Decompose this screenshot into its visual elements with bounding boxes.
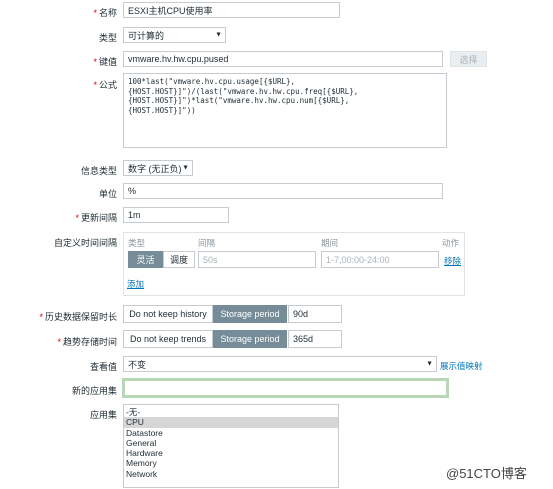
- unit-label: 单位: [98, 189, 117, 199]
- apps-label: 应用集: [89, 410, 117, 420]
- app-option-selected[interactable]: CPU: [124, 417, 338, 428]
- trends-storage-period-toggle[interactable]: Storage period: [213, 330, 287, 348]
- formula-textarea[interactable]: 100*last("vmware.hv.cpu.usage[{$URL}, {H…: [123, 73, 447, 148]
- select-button[interactable]: 选择: [450, 51, 487, 67]
- required-mark: *: [39, 312, 43, 322]
- type-select[interactable]: 可计算的 ▼: [123, 27, 226, 43]
- key-input[interactable]: vmware.hv.hw.cpu.pused: [123, 51, 443, 67]
- required-mark: *: [93, 8, 97, 18]
- trends-period-input[interactable]: 365d: [288, 330, 342, 348]
- chevron-down-icon: ▼: [215, 31, 222, 39]
- new-app-input[interactable]: [122, 378, 449, 398]
- history-label: * 历史数据保留时长: [39, 312, 117, 322]
- show-value-mapping-link[interactable]: 展示值映射: [440, 360, 483, 372]
- name-label: * 名称: [93, 8, 117, 18]
- apps-listbox[interactable]: -无- CPU Datastore General Hardware Memor…: [123, 404, 339, 488]
- show-value-label: 查看值: [89, 362, 117, 372]
- show-value-select[interactable]: 不变 ▼: [123, 356, 437, 372]
- required-mark: *: [57, 337, 61, 347]
- app-option[interactable]: General: [124, 438, 338, 448]
- history-do-not-keep-toggle[interactable]: Do not keep history: [123, 305, 213, 323]
- scheduling-toggle[interactable]: 调度: [163, 251, 195, 268]
- unit-input[interactable]: %: [123, 183, 443, 199]
- required-mark: *: [93, 57, 97, 67]
- app-option[interactable]: Datastore: [124, 428, 338, 438]
- update-interval-label: * 更新间隔: [75, 213, 117, 223]
- interval-input[interactable]: 50s: [198, 251, 316, 268]
- app-option[interactable]: Hardware: [124, 448, 338, 458]
- custom-intervals-box: 类型 间隔 期间 动作 灵活 调度 50s 1-7,00:00-24:00 移除…: [123, 232, 465, 296]
- col-type-header: 类型: [128, 238, 146, 248]
- chevron-down-icon: ▼: [426, 360, 433, 368]
- app-option[interactable]: -无-: [124, 407, 338, 417]
- col-period-header: 期间: [321, 238, 339, 248]
- flexible-toggle[interactable]: 灵活: [128, 251, 163, 268]
- update-interval-input[interactable]: 1m: [123, 207, 229, 223]
- formula-label: * 公式: [93, 80, 117, 90]
- required-mark: *: [75, 213, 79, 223]
- required-mark: *: [93, 80, 97, 90]
- col-interval-header: 间隔: [198, 238, 216, 248]
- history-storage-period-toggle[interactable]: Storage period: [213, 305, 287, 323]
- watermark: @51CTO博客: [446, 466, 527, 481]
- app-option[interactable]: Network: [124, 469, 338, 479]
- app-option[interactable]: Memory: [124, 458, 338, 468]
- trends-do-not-keep-toggle[interactable]: Do not keep trends: [123, 330, 213, 348]
- info-type-select[interactable]: 数字 (无正负) ▼: [123, 160, 193, 176]
- col-action-header: 动作: [442, 238, 460, 248]
- trends-label: * 趋势存储时间: [57, 337, 117, 347]
- add-link[interactable]: 添加: [127, 278, 144, 290]
- custom-intervals-label: 自定义时间间隔: [53, 238, 117, 248]
- new-app-label: 新的应用集: [71, 386, 117, 396]
- history-period-input[interactable]: 90d: [288, 305, 342, 323]
- type-label: 类型: [98, 33, 117, 43]
- name-input[interactable]: ESXI主机CPU使用率: [123, 2, 340, 18]
- info-type-label: 信息类型: [80, 166, 117, 176]
- period-input[interactable]: 1-7,00:00-24:00: [321, 251, 439, 268]
- chevron-down-icon: ▼: [182, 164, 189, 172]
- key-label: * 键值: [93, 57, 117, 67]
- remove-link[interactable]: 移除: [444, 255, 461, 267]
